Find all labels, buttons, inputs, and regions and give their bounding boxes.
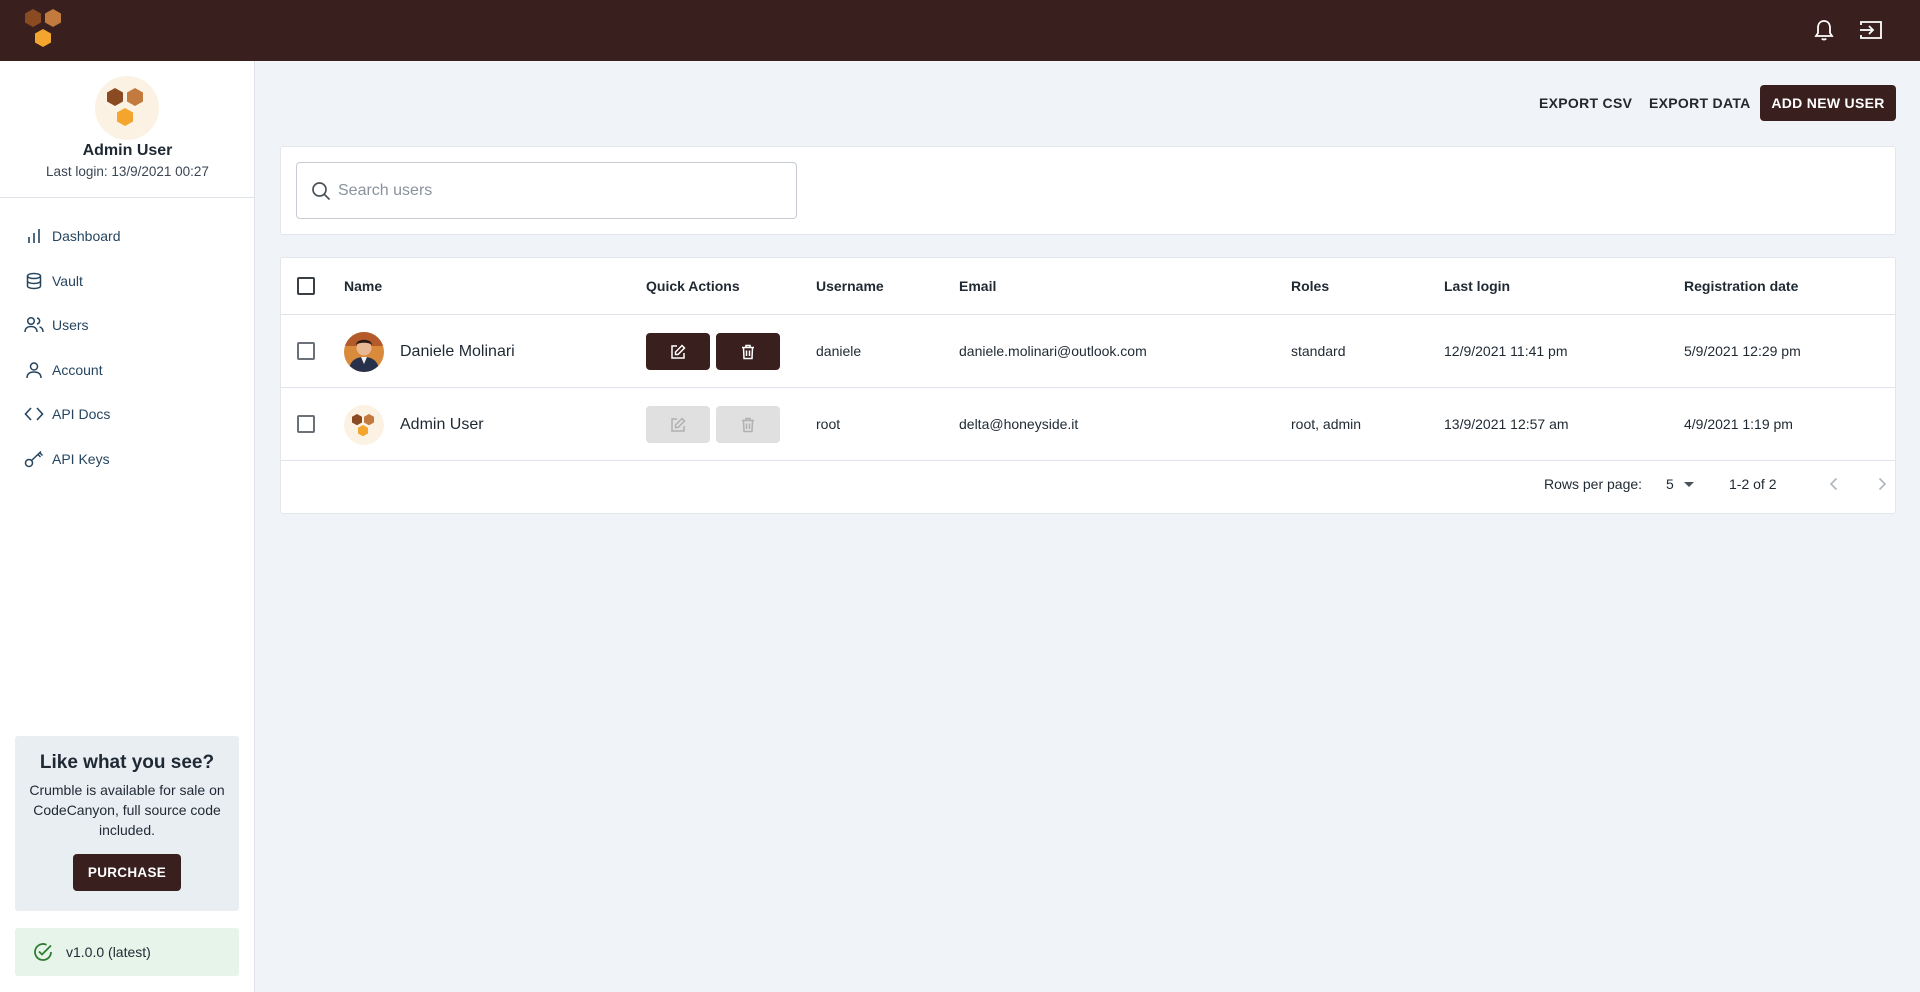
database-icon <box>24 271 44 291</box>
avatar <box>344 405 384 445</box>
column-header-quick-actions: Quick Actions <box>646 278 740 294</box>
column-header-registration-date[interactable]: Registration date <box>1684 258 1798 315</box>
profile-name: Admin User <box>82 142 173 159</box>
sidebar-item-label: Vault <box>52 273 83 289</box>
sidebar-item-dashboard[interactable]: Dashboard <box>0 216 255 256</box>
roles-cell: root, admin <box>1291 416 1362 432</box>
exit-icon[interactable] <box>1857 16 1885 44</box>
rows-per-page-label: Rows per page: <box>1544 476 1643 492</box>
search-input[interactable] <box>338 163 788 218</box>
version-badge: v1.0.0 (latest) <box>15 928 239 976</box>
user-name: Admin User <box>400 416 484 433</box>
users-icon <box>24 315 44 335</box>
sidebar-item-label: API Keys <box>52 451 110 467</box>
promo-text: Crumble is available for sale on CodeCan… <box>29 782 225 838</box>
username-cell: root <box>816 416 841 432</box>
sidebar-item-vault[interactable]: Vault <box>0 261 255 301</box>
edit-user-button <box>646 406 710 443</box>
delete-user-button[interactable] <box>716 333 780 370</box>
row-checkbox[interactable] <box>297 415 315 433</box>
export-csv-button[interactable]: EXPORT CSV <box>1531 85 1640 121</box>
registration-date-cell: 4/9/2021 1:19 pm <box>1684 416 1793 432</box>
chevron-right-icon <box>1878 477 1887 491</box>
bell-icon[interactable] <box>1810 16 1838 44</box>
column-header-email[interactable]: Email <box>959 258 996 315</box>
row-checkbox[interactable] <box>297 342 315 360</box>
chevron-left-icon <box>1829 477 1838 491</box>
promo-title: Like what you see? <box>39 752 215 773</box>
honeycomb-logo[interactable] <box>22 7 68 51</box>
sidebar-item-label: API Docs <box>52 406 111 422</box>
code-icon <box>24 404 44 424</box>
table-pagination: Rows per page: 5 1-2 of 2 <box>281 457 1895 511</box>
column-header-username[interactable]: Username <box>816 258 884 315</box>
sidebar: Admin User Last login: 13/9/2021 00:27 D… <box>0 61 255 992</box>
trash-icon <box>742 417 754 432</box>
pagination-range: 1-2 of 2 <box>1729 476 1777 492</box>
next-page-button[interactable] <box>1870 472 1894 496</box>
check-circle-icon <box>33 942 53 962</box>
purchase-button[interactable]: PURCHASE <box>73 854 181 891</box>
search-icon <box>311 181 331 201</box>
search-card <box>280 146 1896 235</box>
user-icon <box>24 360 44 380</box>
avatar <box>95 76 159 140</box>
add-new-user-button[interactable]: ADD NEW USER <box>1760 85 1896 121</box>
honeycomb-avatar-icon <box>107 88 143 126</box>
sidebar-item-label: Dashboard <box>52 228 121 244</box>
registration-date-cell: 5/9/2021 12:29 pm <box>1684 343 1801 359</box>
promo-card: Like what you see? Crumble is available … <box>15 736 239 911</box>
sidebar-item-label: Account <box>52 362 103 378</box>
table-header: Name Quick Actions Username Email Roles … <box>281 258 1895 315</box>
sidebar-item-label: Users <box>52 317 89 333</box>
table-row[interactable]: Daniele Molinari daniele daniele.molinar… <box>281 315 1895 388</box>
version-text: v1.0.0 (latest) <box>66 944 151 960</box>
export-data-button[interactable]: EXPORT DATA <box>1641 85 1759 121</box>
edit-icon <box>671 343 686 359</box>
last-login-cell: 13/9/2021 12:57 am <box>1444 416 1569 432</box>
caret-down-icon <box>1683 482 1694 487</box>
rows-per-page-select[interactable]: 5 <box>1666 470 1702 498</box>
select-all-checkbox[interactable] <box>297 277 315 295</box>
rows-per-page-value: 5 <box>1666 476 1674 492</box>
user-name: Daniele Molinari <box>400 343 515 360</box>
sidebar-item-api-docs[interactable]: API Docs <box>0 394 255 434</box>
delete-user-button <box>716 406 780 443</box>
username-cell: daniele <box>816 343 862 359</box>
last-login-cell: 12/9/2021 11:41 pm <box>1444 343 1568 359</box>
search-box <box>296 162 797 219</box>
column-header-roles[interactable]: Roles <box>1291 258 1329 315</box>
sidebar-item-account[interactable]: Account <box>0 350 255 390</box>
roles-cell: standard <box>1291 343 1346 359</box>
sidebar-item-users[interactable]: Users <box>0 305 255 345</box>
last-login-text: Last login: 13/9/2021 00:27 <box>46 164 209 179</box>
email-cell: delta@honeyside.it <box>959 416 1079 432</box>
key-icon <box>24 449 44 469</box>
sidebar-item-api-keys[interactable]: API Keys <box>0 439 255 479</box>
trash-icon <box>742 344 754 359</box>
email-cell: daniele.molinari@outlook.com <box>959 343 1147 359</box>
table-row[interactable]: Admin User root delta@honeyside.it root,… <box>281 388 1895 461</box>
bar-chart-icon <box>24 226 44 246</box>
column-header-name[interactable]: Name <box>344 258 382 315</box>
profile-section: Admin User Last login: 13/9/2021 00:27 <box>0 61 254 198</box>
column-header-last-login[interactable]: Last login <box>1444 258 1510 315</box>
users-table: Name Quick Actions Username Email Roles … <box>280 257 1896 514</box>
avatar <box>344 332 384 372</box>
edit-user-button[interactable] <box>646 333 710 370</box>
previous-page-button[interactable] <box>1822 472 1846 496</box>
top-app-bar <box>0 0 1920 61</box>
edit-icon <box>671 416 686 432</box>
